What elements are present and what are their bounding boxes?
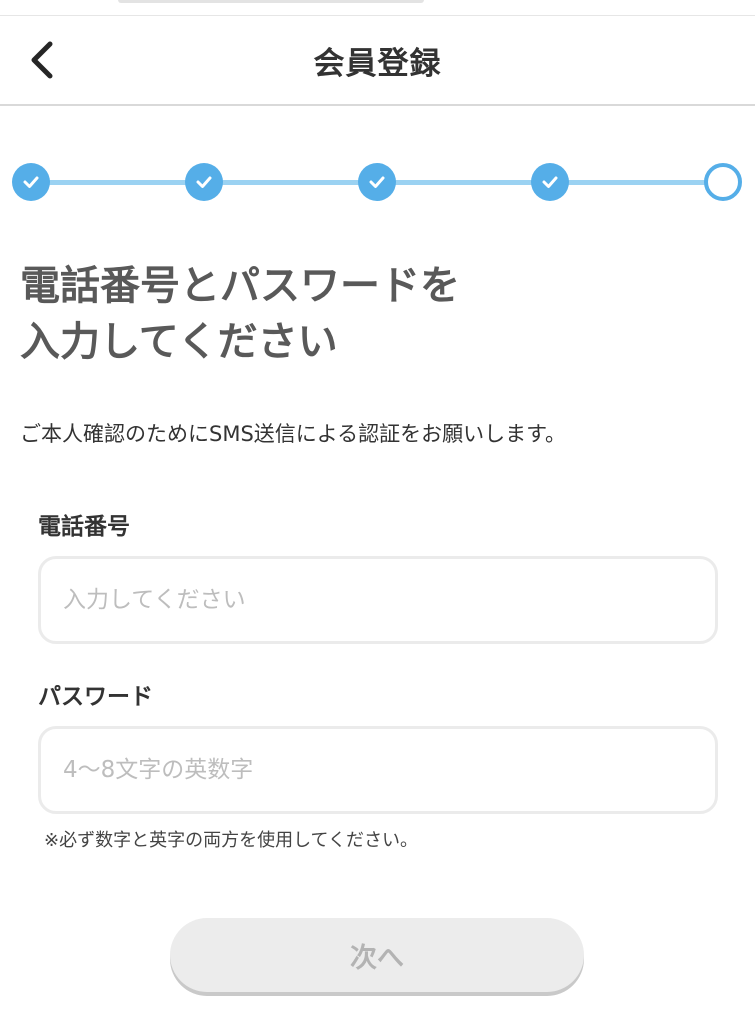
registration-page: 会員登録 電話番号とパスワードを 入力してください ご本人確認のためにSMS送信… — [0, 0, 755, 1024]
phone-label: 電話番号 — [38, 514, 130, 540]
description-text: ご本人確認のためにSMS送信による認証をお願いします。 — [20, 422, 567, 446]
password-label: パスワード — [38, 684, 153, 710]
page-headline: 電話番号とパスワードを 入力してください — [20, 258, 720, 370]
headline-line-2: 入力してください — [20, 319, 338, 365]
password-input[interactable] — [63, 757, 693, 783]
check-icon — [369, 176, 385, 188]
page-title: 会員登録 — [313, 46, 442, 82]
password-input-box[interactable] — [38, 726, 718, 814]
step-1-complete — [12, 163, 50, 201]
next-button[interactable]: 次へ — [170, 918, 584, 992]
step-4-complete — [531, 163, 569, 201]
browser-bar-hint — [118, 0, 424, 3]
step-2-complete — [185, 163, 223, 201]
check-icon — [23, 176, 39, 188]
headline-line-1: 電話番号とパスワードを — [20, 263, 460, 309]
progress-stepper — [12, 162, 744, 202]
app-header: 会員登録 — [0, 16, 755, 106]
phone-input-box[interactable] — [38, 556, 718, 644]
check-icon — [196, 176, 212, 188]
step-3-complete — [358, 163, 396, 201]
phone-input[interactable] — [63, 587, 693, 613]
step-5-current — [704, 163, 742, 201]
top-strip — [0, 0, 755, 16]
password-note: ※必ず数字と英字の両方を使用してください。 — [44, 830, 418, 851]
check-icon — [542, 176, 558, 188]
